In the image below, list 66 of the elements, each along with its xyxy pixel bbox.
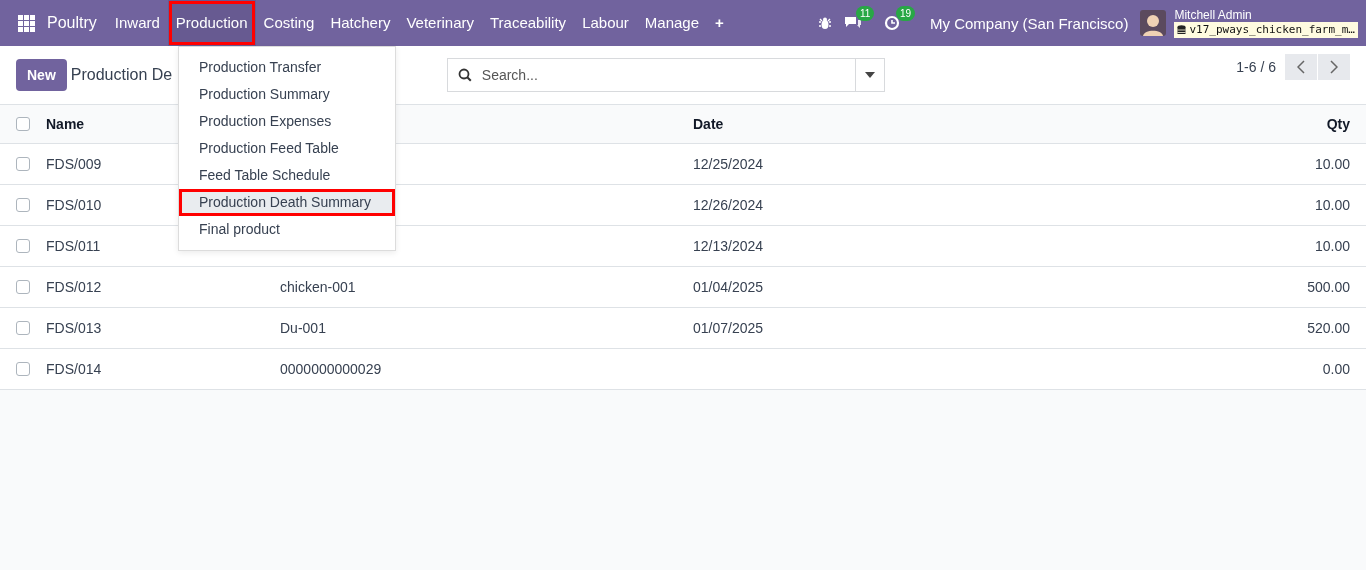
nav-menu-item[interactable]: Hatchery [322,0,399,46]
pager-value[interactable]: 1-6 / 6 [1236,59,1276,75]
clock-icon[interactable] [884,15,900,31]
message-count-badge: 11 [856,6,875,21]
previous-page-button[interactable] [1285,54,1317,80]
dropdown-menu-item[interactable]: Production Transfer [179,54,395,81]
caret-icon [864,72,875,78]
user-name[interactable]: Mitchell Admin [1174,8,1358,22]
column-header[interactable]: Name [46,116,85,132]
table-cell: 12/13/2024 [693,238,764,254]
company-switcher[interactable]: My Company (San Francisco) [930,14,1129,32]
table-cell: 10.00 [1314,197,1350,213]
column-header[interactable]: Qty [1326,116,1350,132]
activity-count-badge: 19 [896,6,916,21]
nav-menu-item[interactable]: Production [167,0,256,46]
nav-menu-item[interactable]: Veterinary [398,0,482,46]
row-checkbox[interactable] [16,239,30,253]
dropdown-menu-item[interactable]: Production Expenses [179,108,395,135]
app-grid-icon[interactable] [18,14,35,32]
row-checkbox[interactable] [16,198,30,212]
row-checkbox[interactable] [16,280,30,294]
nav-menu-item[interactable]: + [707,0,732,46]
table-cell: 520.00 [1307,320,1350,336]
table-cell: 12/26/2024 [693,197,764,213]
dropdown-menu-item[interactable]: Feed Table Schedule [179,162,395,189]
row-checkbox[interactable] [16,321,30,335]
new-button[interactable]: New [16,59,67,91]
row-checkbox[interactable] [16,157,30,171]
nav-menu-item[interactable]: Traceability [482,0,575,46]
row-checkbox[interactable] [16,362,30,376]
table-cell: 500.00 [1307,279,1350,295]
table-cell: 10.00 [1314,238,1350,254]
table-cell: Du-001 [280,320,326,336]
app-name[interactable]: Poultry [47,14,97,32]
table-cell: 10.00 [1314,156,1350,172]
chevron-right-icon [1330,60,1338,74]
table-cell: 12/25/2024 [693,156,764,172]
database-name: v17_pways_chicken_farm_m… [1189,23,1355,37]
table-cell: 01/04/2025 [693,279,764,295]
nav-menu-item[interactable]: Inward [106,0,168,46]
table-cell: FDS/011 [46,238,101,254]
nav-menu-item[interactable]: Labour [574,0,637,46]
select-all-checkbox[interactable] [16,117,30,131]
dropdown-menu-item[interactable]: Production Feed Table [179,135,395,162]
column-header[interactable]: Date [693,116,724,132]
dropdown-menu-item[interactable]: Production Summary [179,81,395,108]
next-page-button[interactable] [1318,54,1350,80]
table-cell: FDS/012 [46,279,102,295]
search-bar[interactable]: Search... [446,58,885,92]
bug-icon[interactable] [818,16,832,30]
chevron-left-icon [1297,60,1305,74]
table-cell: chicken-001 [280,279,356,295]
dropdown-menu-item[interactable]: Production Death Summary [179,189,395,216]
table-cell: FDS/014 [46,361,102,377]
table-cell: 01/07/2025 [693,320,764,336]
table-cell: 0.00 [1322,361,1350,377]
search-icon [457,68,472,82]
nav-menu-item[interactable]: Costing [255,0,323,46]
table-cell: FDS/013 [46,320,102,336]
table-cell: 0000000000029 [280,361,382,377]
table-cell: FDS/010 [46,197,102,213]
table-cell: FDS/009 [46,156,102,172]
user-avatar-icon[interactable] [1140,10,1167,36]
dropdown-menu-item[interactable]: Final product [179,216,395,243]
page-title: Production De [70,66,173,83]
nav-menu-item[interactable]: Manage [636,0,708,46]
